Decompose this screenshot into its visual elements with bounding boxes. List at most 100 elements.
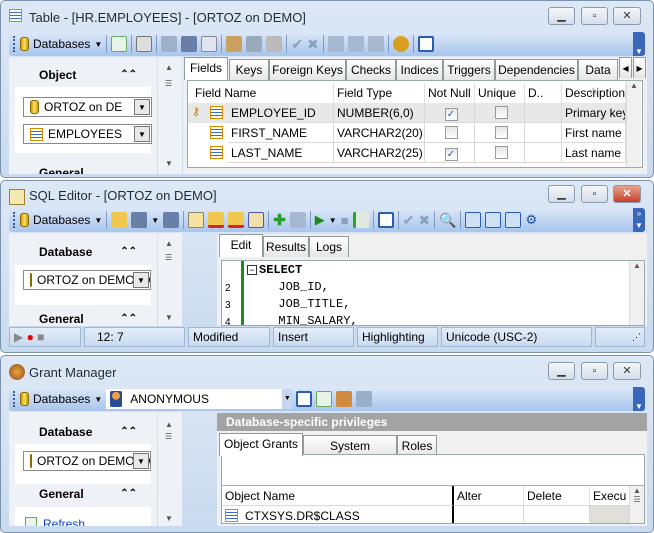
tab-data[interactable]: Data bbox=[578, 59, 618, 80]
delete-all-icon[interactable] bbox=[228, 212, 245, 228]
column-header[interactable]: Unique bbox=[475, 83, 525, 103]
maximize-button[interactable]: ▫ bbox=[581, 185, 608, 203]
splitter[interactable]: ▲ ☰ ▼ bbox=[158, 57, 182, 174]
compile-icon[interactable] bbox=[161, 36, 178, 52]
tab-keys[interactable]: Keys bbox=[229, 59, 269, 80]
column-header[interactable]: D.. bbox=[525, 83, 562, 103]
close-button[interactable]: ✕ bbox=[613, 185, 641, 203]
table-row[interactable]: LAST_NAMEVARCHAR2(25) ✓ Last name of bbox=[188, 143, 626, 163]
dropdown-arrow-icon[interactable]: ▼ bbox=[282, 389, 293, 409]
grant-icon[interactable] bbox=[226, 36, 243, 52]
alter-cell[interactable] bbox=[456, 506, 524, 523]
close-button[interactable]: ✕ bbox=[613, 362, 641, 380]
panel-header-general[interactable]: General bbox=[15, 158, 151, 174]
toolbar-grip[interactable] bbox=[13, 212, 16, 228]
script-icon[interactable] bbox=[367, 36, 384, 52]
rollback-icon[interactable]: ✖ bbox=[418, 212, 430, 229]
default-cell[interactable] bbox=[525, 143, 562, 163]
export-icon[interactable] bbox=[327, 36, 344, 52]
code-line[interactable]: JOB_ID, bbox=[264, 280, 328, 294]
scroll-up-icon[interactable]: ▲ bbox=[165, 239, 173, 248]
import-icon[interactable] bbox=[347, 36, 364, 52]
tab-triggers[interactable]: Triggers bbox=[443, 59, 495, 80]
add-favorite-icon[interactable]: ✚ bbox=[273, 211, 286, 229]
import-icon[interactable] bbox=[485, 212, 502, 228]
favorite-icon[interactable] bbox=[289, 212, 306, 228]
play-macro-icon[interactable]: ▶ bbox=[14, 330, 23, 344]
not-null-checkbox[interactable] bbox=[444, 126, 458, 139]
scroll-up-icon[interactable]: ▲ bbox=[165, 63, 173, 72]
execute-cell[interactable] bbox=[590, 506, 629, 523]
databases-button[interactable]: Databases bbox=[33, 392, 90, 406]
table-row[interactable]: ⚷ EMPLOYEE_ID NUMBER(6,0) ✓ Primary key bbox=[188, 103, 626, 123]
field-type[interactable]: VARCHAR2(25) bbox=[334, 143, 425, 163]
settings-icon[interactable]: ⚙ bbox=[525, 212, 537, 228]
column-header[interactable]: Execu bbox=[590, 486, 630, 506]
new-window-icon[interactable] bbox=[296, 391, 313, 407]
tab-dependencies[interactable]: Dependencies bbox=[495, 59, 578, 80]
unique-checkbox[interactable] bbox=[494, 126, 508, 139]
code-line[interactable]: SELECT bbox=[259, 263, 302, 277]
column-header[interactable]: Delete bbox=[524, 486, 590, 506]
dropdown-arrow-icon[interactable]: ▼ bbox=[133, 453, 149, 469]
cancel-icon[interactable]: ✖ bbox=[307, 36, 319, 53]
panel-header-database[interactable]: Database ⌃⌃ bbox=[15, 241, 151, 263]
minimize-button[interactable]: ▁ bbox=[548, 185, 575, 203]
grip-icon[interactable]: ☰ bbox=[165, 253, 172, 262]
scroll-down-icon[interactable]: ▼ bbox=[165, 313, 173, 322]
grip-icon[interactable]: ☰ bbox=[165, 432, 172, 441]
properties-icon[interactable] bbox=[136, 36, 153, 52]
panel-header-object[interactable]: Object ⌃⌃ bbox=[15, 64, 151, 86]
save-icon[interactable] bbox=[181, 36, 198, 52]
description-cell[interactable]: Last name of bbox=[562, 143, 626, 163]
column-header[interactable]: Alter bbox=[454, 486, 524, 506]
splitter[interactable]: ▲ ☰ ▼ bbox=[158, 233, 182, 326]
databases-button[interactable]: Databases bbox=[33, 37, 90, 51]
code-line[interactable]: MIN_SALARY, bbox=[264, 314, 357, 325]
resize-grip-icon[interactable]: ⋰ bbox=[595, 327, 645, 347]
collapse-icon[interactable]: − bbox=[247, 265, 257, 275]
field-type[interactable]: VARCHAR2(20) bbox=[334, 123, 425, 143]
scroll-down-icon[interactable]: ▼ bbox=[165, 159, 173, 168]
chevron-down-icon[interactable]: ▼ bbox=[94, 216, 102, 225]
splitter[interactable]: ▲ ☰ ▼ bbox=[158, 412, 182, 526]
unique-checkbox[interactable] bbox=[494, 146, 508, 159]
database-combo[interactable]: ORTOZ on DE ▼ bbox=[23, 97, 152, 117]
user-combo[interactable]: ANONYMOUS ▼ bbox=[106, 389, 293, 409]
table-combo[interactable]: EMPLOYEES ▼ bbox=[23, 124, 152, 144]
tree-icon[interactable] bbox=[246, 36, 263, 52]
collapse-icon[interactable]: ⌃⌃ bbox=[120, 421, 137, 443]
print-icon[interactable] bbox=[266, 36, 283, 52]
open-icon[interactable] bbox=[111, 212, 128, 228]
tab-edit[interactable]: Edit bbox=[219, 234, 263, 257]
field-name[interactable]: EMPLOYEE_ID bbox=[228, 103, 334, 123]
chevron-down-icon[interactable]: ▼ bbox=[94, 395, 102, 404]
collapse-icon[interactable]: ⌃⌃ bbox=[120, 64, 137, 86]
refresh-icon[interactable] bbox=[316, 391, 333, 407]
column-header[interactable]: Field Type bbox=[334, 83, 425, 103]
delete-query-icon[interactable] bbox=[208, 212, 225, 228]
default-cell[interactable] bbox=[525, 123, 562, 143]
not-null-checkbox[interactable]: ✓ bbox=[444, 148, 458, 161]
collapse-icon[interactable]: ⌃⌃ bbox=[120, 241, 137, 263]
tab-fields[interactable]: Fields bbox=[184, 57, 228, 80]
query-check-icon[interactable] bbox=[248, 212, 265, 228]
toolbar-overflow-button[interactable]: ▼ bbox=[633, 32, 645, 56]
refresh-link[interactable]: Refresh bbox=[43, 517, 85, 526]
description-cell[interactable]: Primary key bbox=[562, 103, 626, 123]
grip-icon[interactable]: ☰ bbox=[165, 79, 172, 88]
field-type[interactable]: NUMBER(6,0) bbox=[334, 103, 425, 123]
scroll-down-icon[interactable]: ▼ bbox=[165, 514, 173, 523]
code-line[interactable]: JOB_TITLE, bbox=[264, 297, 350, 311]
tab-results[interactable]: Results bbox=[263, 236, 309, 257]
execute-icon[interactable]: ▶ bbox=[315, 212, 325, 228]
new-window-icon[interactable] bbox=[417, 36, 434, 52]
tab-checks[interactable]: Checks bbox=[346, 59, 396, 80]
toolbar-grip[interactable] bbox=[13, 391, 16, 407]
panel-header-database[interactable]: Database ⌃⌃ bbox=[15, 421, 151, 443]
tab-scroll-right[interactable]: ▸ bbox=[633, 57, 646, 78]
description-cell[interactable]: First name o bbox=[562, 123, 626, 143]
default-cell[interactable] bbox=[525, 103, 562, 123]
debug-icon[interactable] bbox=[392, 36, 409, 52]
database-combo[interactable]: ORTOZ on DEMO [OI ▼ bbox=[23, 451, 151, 471]
